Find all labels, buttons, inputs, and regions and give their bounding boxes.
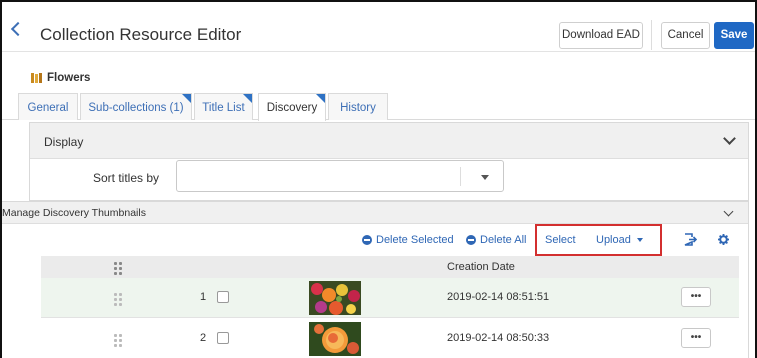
- select-button[interactable]: Select: [545, 234, 576, 246]
- page-title: Collection Resource Editor: [40, 25, 242, 44]
- collection-icon: [31, 73, 42, 83]
- sort-titles-select[interactable]: [176, 160, 504, 192]
- tab-sub-collections[interactable]: Sub-collections (1): [80, 93, 192, 120]
- table-header: Creation Date: [41, 256, 739, 278]
- record-title: Flowers: [31, 72, 90, 84]
- table-row[interactable]: 1 2019-02-14 08:51:51 •••: [41, 278, 739, 318]
- upload-label: Upload: [596, 234, 631, 246]
- tab-discovery[interactable]: Discovery: [258, 93, 326, 121]
- column-creation-date[interactable]: Creation Date: [447, 261, 515, 273]
- gear-icon[interactable]: [718, 234, 729, 245]
- tab-discovery-label: Discovery: [266, 102, 318, 114]
- thumbnail-image: [309, 322, 361, 356]
- cancel-button[interactable]: Cancel: [661, 22, 710, 49]
- creation-date: 2019-02-14 08:50:33: [447, 332, 550, 344]
- tab-general[interactable]: General: [18, 93, 78, 120]
- row-actions-button[interactable]: •••: [681, 328, 711, 348]
- minus-circle-icon: [466, 235, 476, 245]
- export-icon[interactable]: [684, 233, 697, 246]
- drag-handle-icon[interactable]: [114, 293, 122, 306]
- thumbnail-image: [309, 281, 361, 315]
- tab-history-label: History: [340, 102, 376, 114]
- row-actions-button[interactable]: •••: [681, 287, 711, 307]
- delete-selected-label: Delete Selected: [376, 234, 454, 246]
- caret-down-icon[interactable]: [481, 175, 489, 180]
- row-number: 1: [200, 291, 207, 303]
- select-label: Select: [545, 234, 576, 246]
- tab-general-label: General: [27, 102, 69, 114]
- drag-handle-icon: [114, 262, 122, 275]
- display-panel-title: Display: [44, 135, 84, 149]
- tab-title-list-label: Title List: [202, 102, 245, 114]
- caret-down-icon: [636, 238, 643, 242]
- display-panel: Display Sort titles by: [29, 122, 749, 201]
- thumbnails-panel-title: Manage Discovery Thumbnails: [2, 207, 146, 219]
- window-frame: Collection Resource Editor Download EAD …: [0, 0, 757, 358]
- row-checkbox[interactable]: [217, 291, 229, 303]
- tab-bar: General Sub-collections (1) Title List D…: [2, 93, 755, 121]
- row-checkbox[interactable]: [217, 332, 229, 344]
- creation-date: 2019-02-14 08:51:51: [447, 291, 550, 303]
- tab-flag-icon: [243, 94, 252, 103]
- download-ead-button[interactable]: Download EAD: [559, 22, 643, 49]
- sort-titles-label: Sort titles by: [93, 171, 160, 185]
- minus-circle-icon: [362, 235, 372, 245]
- delete-all-button[interactable]: Delete All: [466, 234, 526, 246]
- select-divider: [460, 167, 461, 186]
- record-title-text: Flowers: [47, 72, 91, 84]
- chevron-down-icon[interactable]: [723, 206, 734, 217]
- page-header: Collection Resource Editor Download EAD …: [2, 2, 755, 52]
- row-number: 2: [200, 332, 207, 344]
- save-button[interactable]: Save: [714, 22, 754, 49]
- header-divider: [651, 20, 652, 50]
- back-icon[interactable]: [10, 21, 26, 37]
- tab-flag-icon: [316, 94, 325, 103]
- chevron-down-icon[interactable]: [723, 132, 736, 145]
- thumbnails-panel-header[interactable]: Manage Discovery Thumbnails: [2, 202, 748, 224]
- upload-dropdown[interactable]: Upload: [596, 234, 643, 246]
- tab-title-list[interactable]: Title List: [194, 93, 253, 120]
- tab-sub-collections-label: Sub-collections (1): [88, 102, 184, 114]
- delete-selected-button[interactable]: Delete Selected: [362, 234, 454, 246]
- display-panel-header[interactable]: Display: [30, 123, 748, 159]
- table-row[interactable]: 2 2019-02-14 08:50:33 •••: [41, 319, 739, 358]
- drag-handle-icon[interactable]: [114, 334, 122, 347]
- delete-all-label: Delete All: [480, 234, 527, 246]
- tab-history[interactable]: History: [328, 93, 388, 120]
- tab-flag-icon: [182, 94, 191, 103]
